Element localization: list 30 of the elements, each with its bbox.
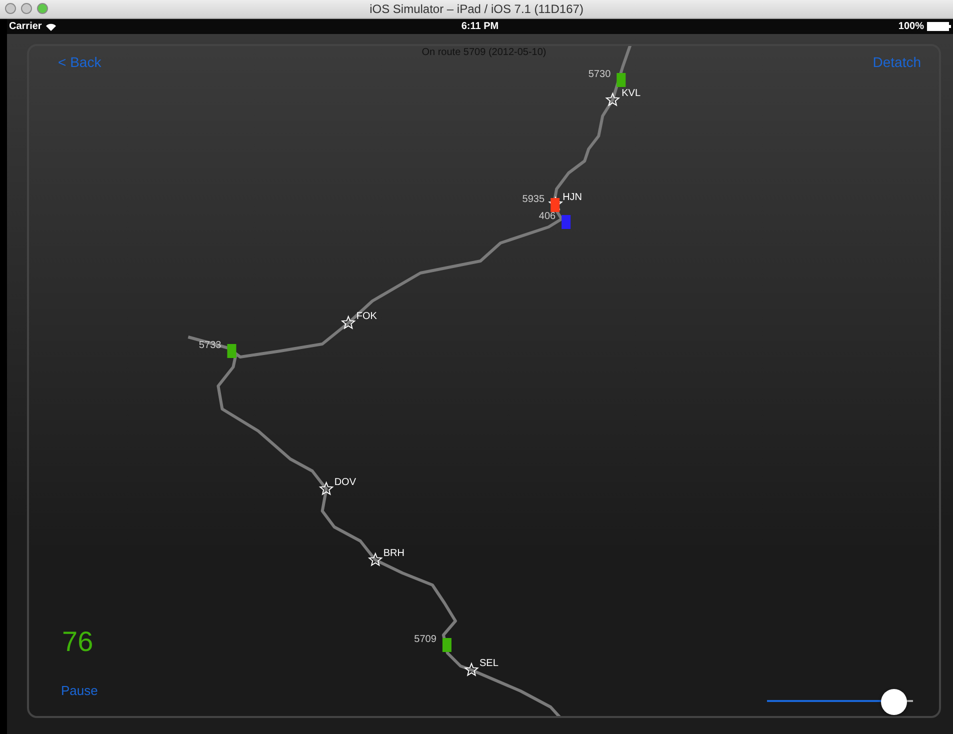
back-button[interactable]: < Back (58, 54, 102, 70)
station-label: FOK (356, 311, 377, 322)
pause-button[interactable]: Pause (61, 683, 98, 698)
station-label: KVL (622, 88, 641, 99)
clock: 6:11 PM (461, 21, 499, 32)
train-number: 5935 (522, 194, 545, 205)
detach-button[interactable]: Detatch (872, 54, 921, 70)
wifi-icon (46, 22, 56, 30)
close-button[interactable] (5, 3, 16, 14)
station-label: DOV (334, 477, 356, 488)
train-number: 406 (538, 211, 556, 222)
station-label: HJN (562, 192, 582, 203)
station-label: SEL (480, 658, 498, 669)
window-title: iOS Simulator – iPad / iOS 7.1 (11D167) (370, 2, 584, 16)
train-number: 5709 (414, 634, 436, 645)
train-marker[interactable] (616, 73, 626, 87)
zoom-button[interactable] (37, 3, 48, 14)
carrier-label: Carrier (9, 21, 42, 32)
train-marker[interactable] (562, 215, 571, 229)
minimize-button[interactable] (21, 3, 32, 14)
battery-icon (927, 22, 951, 31)
battery-percent: 100% (898, 21, 924, 32)
counter: 76 (62, 626, 94, 658)
train-number: 5730 (588, 69, 611, 80)
train-marker[interactable] (550, 198, 560, 212)
train-marker[interactable] (227, 344, 236, 358)
slider-thumb[interactable] (881, 689, 908, 715)
train-marker[interactable] (442, 638, 452, 652)
train-number: 5733 (198, 340, 222, 351)
station-label: BRH (383, 548, 405, 559)
